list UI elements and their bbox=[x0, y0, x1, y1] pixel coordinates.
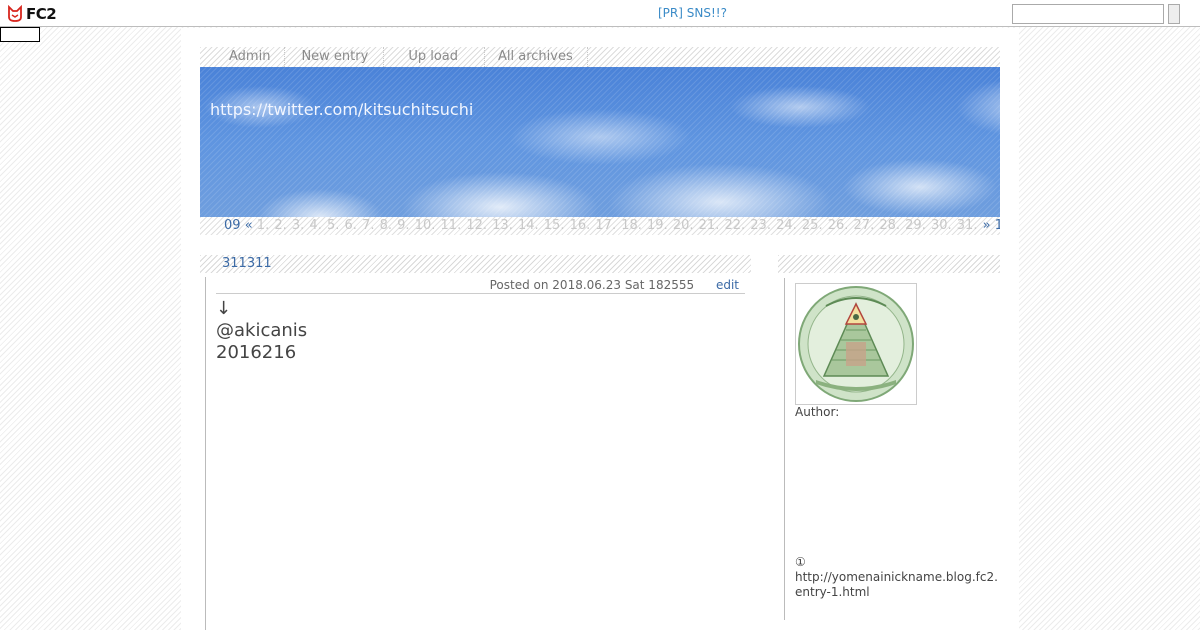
pyramid-seal-icon bbox=[798, 286, 914, 402]
calendar-day: 19. bbox=[642, 218, 668, 233]
calendar-day: 28. bbox=[875, 218, 901, 233]
calendar-prev-arrow[interactable]: « bbox=[245, 218, 253, 233]
calendar-bar: 09 « 1. 2. 3. 4. 5. 6. 7. 8. 9. 10. 11. … bbox=[200, 217, 1000, 235]
sidebar-divider bbox=[784, 278, 785, 620]
sidebar-link[interactable]: entry-1.html bbox=[795, 585, 998, 600]
calendar-day: 5. bbox=[322, 218, 340, 233]
fc2-top-bar: FC2 [PR] SNS!!? bbox=[0, 0, 1200, 27]
fc2-logo-text: FC2 bbox=[26, 5, 57, 23]
entry-divider bbox=[205, 277, 206, 630]
fc2-search-input[interactable] bbox=[1012, 4, 1164, 24]
calendar-next-arrow[interactable]: » bbox=[983, 218, 991, 233]
entry-body: ↓ @akicanis 2016216 bbox=[216, 298, 307, 364]
calendar-day: 14. bbox=[513, 218, 539, 233]
calendar-day: 13. bbox=[488, 218, 513, 233]
sidebar-links: ① http://yomenainickname.blog.fc2. entry… bbox=[795, 555, 998, 600]
calendar-day: 16. bbox=[565, 218, 591, 233]
calendar-day: 10. bbox=[410, 218, 436, 233]
menu-item-new-entry[interactable]: New entry bbox=[285, 47, 385, 67]
fc2-search-button[interactable] bbox=[1168, 4, 1180, 24]
calendar-day: 31. bbox=[952, 218, 978, 233]
blog-menu: Admin New entry Up load All archives bbox=[200, 47, 1000, 67]
calendar-day: 29. bbox=[901, 218, 926, 233]
blog-title[interactable]: https://twitter.com/kitsuchitsuchi bbox=[210, 100, 473, 119]
calendar-day: 15. bbox=[539, 218, 565, 233]
calendar-day: 3. bbox=[287, 218, 305, 233]
calendar-day: 25. bbox=[797, 218, 823, 233]
calendar-day: 24. bbox=[771, 218, 797, 233]
calendar-day: 1. bbox=[256, 218, 270, 233]
calendar-day: 11. bbox=[436, 218, 462, 233]
calendar-day: 26. bbox=[823, 218, 849, 233]
entry-body-line: @akicanis bbox=[216, 320, 308, 341]
blog-header-banner: https://twitter.com/kitsuchitsuchi bbox=[200, 67, 1000, 217]
calendar-day: 6. bbox=[340, 218, 357, 233]
blog-container: Admin New entry Up load All archives htt… bbox=[181, 28, 1019, 630]
sidebar-link[interactable]: http://yomenainickname.blog.fc2. bbox=[795, 570, 998, 585]
calendar-day: 8. bbox=[375, 218, 393, 233]
calendar-day: 23. bbox=[746, 218, 771, 233]
calendar-day: 4. bbox=[305, 218, 322, 233]
calendar-day: 30. bbox=[926, 218, 952, 233]
entry-body-line: 2016216 bbox=[216, 342, 297, 363]
entry-body-line: ↓ bbox=[216, 298, 232, 319]
calendar-day: 9. bbox=[393, 218, 410, 233]
entry-title-bar: 311311 bbox=[200, 255, 751, 273]
menu-item-admin[interactable]: Admin bbox=[200, 47, 286, 67]
calendar-day: 22. bbox=[720, 218, 746, 233]
calendar-day: 2. bbox=[270, 218, 287, 233]
calendar-day: 17. bbox=[591, 218, 617, 233]
fc2-logo[interactable]: FC2 bbox=[6, 4, 57, 24]
calendar-day: 18. bbox=[617, 218, 642, 233]
menu-item-up-load[interactable]: Up load bbox=[384, 47, 485, 67]
calendar-days: 1. 2. 3. 4. 5. 6. 7. 8. 9. 10. 11. 12. 1… bbox=[257, 218, 979, 233]
pr-link[interactable]: [PR] SNS!!? bbox=[658, 6, 727, 20]
sidebar-author-label: Author: bbox=[795, 405, 840, 419]
menu-item-all-archives[interactable]: All archives bbox=[485, 47, 588, 67]
calendar-day: 12. bbox=[462, 218, 488, 233]
entry-meta: Posted on 2018.06.23 Sat 182555 edit bbox=[216, 278, 745, 294]
entry-edit-link[interactable]: edit bbox=[716, 278, 739, 292]
sidebar-title-bar bbox=[778, 255, 1000, 273]
sidebar-link-marker: ① bbox=[795, 555, 806, 569]
calendar-day: 27. bbox=[849, 218, 875, 233]
calendar-day: 20. bbox=[668, 218, 694, 233]
calendar-next-month[interactable]: 11 bbox=[995, 218, 1000, 233]
fc2-fox-icon bbox=[8, 5, 22, 22]
calendar-prev-month[interactable]: 09 bbox=[224, 218, 241, 233]
entry-title[interactable]: 311311 bbox=[222, 256, 272, 271]
entry-posted-date: Posted on 2018.06.23 Sat 182555 bbox=[489, 278, 695, 292]
calendar-day: 21. bbox=[694, 218, 720, 233]
avatar bbox=[795, 283, 917, 405]
calendar-day: 7. bbox=[357, 218, 375, 233]
small-box[interactable] bbox=[0, 27, 40, 42]
